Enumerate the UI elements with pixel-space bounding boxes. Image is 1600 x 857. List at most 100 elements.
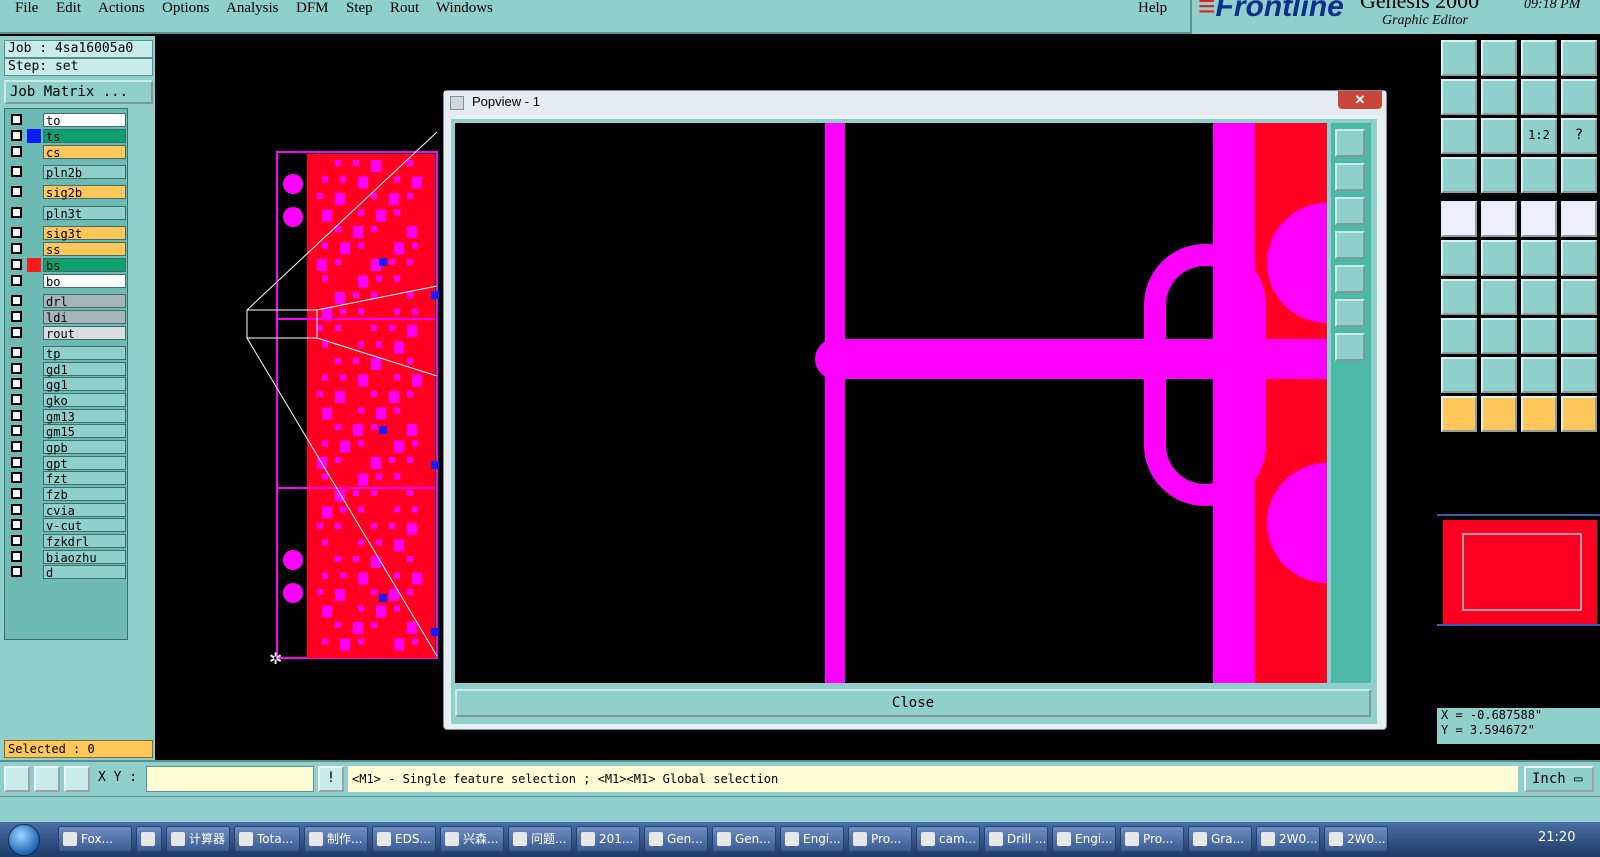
layer-name[interactable]: ts [43, 129, 126, 144]
line-h-icon[interactable] [1481, 318, 1517, 354]
layer-checkbox[interactable] [11, 504, 22, 515]
grid-icon[interactable] [1481, 157, 1517, 193]
net-red-2-icon[interactable] [1561, 157, 1597, 193]
triangle-4-icon[interactable] [1561, 357, 1597, 393]
popview-titlebar[interactable]: Popview - 1 ✕ [444, 91, 1386, 115]
layer-row[interactable]: fzb [7, 487, 126, 502]
popview-zoom-view[interactable] [455, 123, 1327, 683]
layer-checkbox[interactable] [11, 146, 22, 157]
layer-name[interactable]: tp [43, 346, 126, 361]
layer-checkbox[interactable] [11, 166, 22, 177]
layer-row[interactable]: fzt [7, 471, 126, 486]
layer-name[interactable]: ldi [43, 310, 126, 325]
layer-row[interactable]: cvia [7, 503, 126, 518]
taskbar-item[interactable]: Drill ... [984, 826, 1048, 852]
taskbar-item[interactable]: Pro... [848, 826, 912, 852]
angle-node-icon[interactable] [1561, 240, 1597, 276]
center-icon[interactable] [1335, 333, 1365, 361]
start-button[interactable] [8, 824, 40, 856]
route-icon[interactable] [1561, 396, 1597, 432]
layer-name[interactable]: sig2b [43, 185, 126, 200]
layer-name[interactable]: bo [43, 274, 126, 289]
pan-down-icon[interactable] [1335, 197, 1365, 225]
layer-checkbox[interactable] [11, 566, 22, 577]
taskbar-item[interactable]: Gen... [712, 826, 776, 852]
layer-checkbox[interactable] [11, 488, 22, 499]
taskbar-item[interactable] [136, 826, 162, 852]
menu-step[interactable]: Step [346, 0, 373, 17]
layer-row[interactable]: pln2b [7, 165, 126, 180]
layer-checkbox[interactable] [11, 441, 22, 452]
layer-name[interactable]: ss [43, 242, 126, 257]
pan-right-icon[interactable] [1335, 265, 1365, 293]
menu-edit[interactable]: Edit [56, 0, 81, 17]
layer-name[interactable]: cs [43, 145, 126, 160]
pan-right-icon[interactable] [1481, 79, 1517, 115]
layer-name[interactable]: v-cut [43, 518, 126, 533]
taskbar-item[interactable]: cam... [916, 826, 980, 852]
job-matrix-button[interactable]: Job Matrix ... [4, 80, 153, 104]
menu-actions[interactable]: Actions [98, 0, 145, 17]
pointer-circle-icon[interactable] [1521, 396, 1557, 432]
layer-checkbox[interactable] [11, 311, 22, 322]
undo-view-icon[interactable] [1521, 79, 1557, 115]
dimension-icon[interactable] [1521, 318, 1557, 354]
taskbar-item[interactable]: EDS... [372, 826, 436, 852]
zoom-in-icon[interactable] [1335, 129, 1365, 157]
layer-row[interactable]: biaozhu [7, 550, 126, 565]
menu-windows[interactable]: Windows [436, 0, 493, 17]
layer-row[interactable]: rout [7, 326, 126, 341]
close-button[interactable]: Close [455, 689, 1371, 717]
layer-name[interactable]: gpt [43, 456, 126, 471]
taskbar-item[interactable]: Gra... [1188, 826, 1252, 852]
layer-name[interactable]: fzb [43, 487, 126, 502]
split-view-icon[interactable] [1561, 40, 1597, 76]
layer-name[interactable]: gd1 [43, 362, 126, 377]
layer-checkbox[interactable] [11, 186, 22, 197]
triangle-1-icon[interactable] [1441, 357, 1477, 393]
layer-checkbox[interactable] [11, 295, 22, 306]
move-node-icon[interactable] [1521, 240, 1557, 276]
layer-checkbox[interactable] [11, 519, 22, 530]
layer-checkbox[interactable] [11, 363, 22, 374]
connect-icon[interactable] [1441, 240, 1477, 276]
layer-name[interactable]: fzkdrl [43, 534, 126, 549]
triangle-3-icon[interactable] [1521, 357, 1557, 393]
layer-name[interactable]: drl [43, 294, 126, 309]
center-icon[interactable] [1481, 118, 1517, 154]
layer-row[interactable]: fzkdrl [7, 534, 126, 549]
layer-checkbox[interactable] [11, 378, 22, 389]
layer-row[interactable]: pln3t [7, 206, 126, 221]
layer-row[interactable]: to [7, 113, 126, 128]
delete-node-icon[interactable] [1481, 240, 1517, 276]
circle-select-icon[interactable] [1561, 201, 1597, 237]
menu-file[interactable]: File [15, 0, 38, 17]
grid-snap-icon[interactable] [64, 766, 90, 792]
menu-rout[interactable]: Rout [390, 0, 419, 17]
layer-row[interactable]: d [7, 565, 126, 580]
layer-checkbox[interactable] [11, 243, 22, 254]
taskbar-item[interactable]: 计算器 [166, 826, 230, 852]
layer-row[interactable]: gd1 [7, 362, 126, 377]
triangle-2-icon[interactable] [1481, 357, 1517, 393]
layer-row[interactable]: gm13 [7, 409, 126, 424]
layer-name[interactable]: sig3t [43, 226, 126, 241]
layer-name[interactable]: pln2b [43, 165, 126, 180]
taskbar-item[interactable]: 制作... [304, 826, 368, 852]
ruler-icon[interactable] [1521, 201, 1557, 237]
taskbar-item[interactable]: 2W0... [1324, 826, 1388, 852]
taskbar-item[interactable]: Pro... [1120, 826, 1184, 852]
zoom-in-icon[interactable] [1441, 40, 1477, 76]
one-to-one-icon[interactable]: 1:2 [1521, 118, 1557, 154]
layer-row[interactable]: cs [7, 145, 126, 160]
layer-row[interactable]: drl [7, 294, 126, 309]
angle-mode-icon[interactable] [34, 766, 60, 792]
taskbar-item[interactable]: Gen... [644, 826, 708, 852]
line-draw-icon[interactable] [1441, 279, 1477, 315]
layer-row[interactable]: gpb [7, 440, 126, 455]
zoom-out-icon[interactable] [1335, 163, 1365, 191]
taskbar-item[interactable]: 兴森... [440, 826, 504, 852]
warning-icon[interactable]: ! [318, 766, 344, 792]
layer-checkbox[interactable] [11, 259, 22, 270]
taskbar-item[interactable]: 201... [576, 826, 640, 852]
